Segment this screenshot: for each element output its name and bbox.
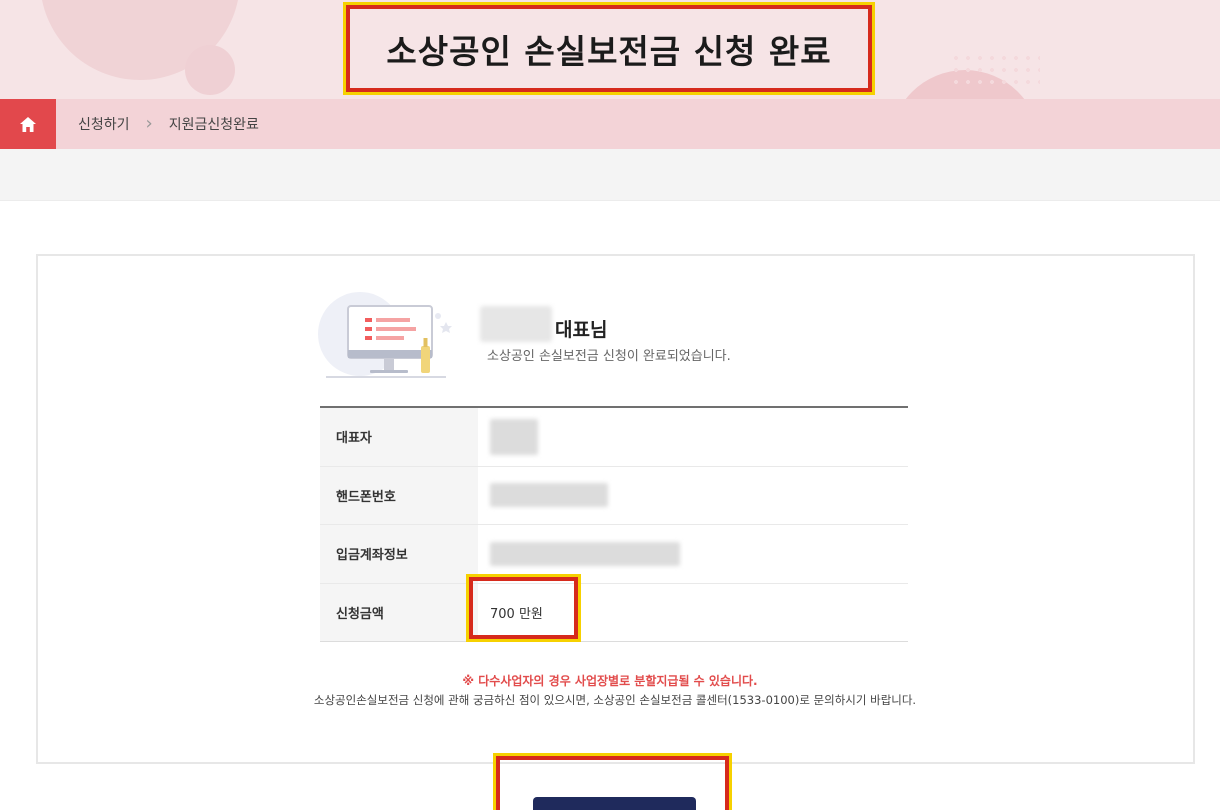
representative-title: 대표님 [555,319,608,341]
row-value-phone [478,467,908,525]
redacted-value [490,483,608,508]
table-row: 신청금액 700 만원 [320,583,908,642]
confirm-button[interactable] [533,797,696,810]
hero-decoration-circle [185,45,235,95]
row-label-amount: 신청금액 [320,583,478,641]
representative-name-redacted [480,306,552,342]
breadcrumb: 신청하기 › 지원금신청완료 [0,99,1220,149]
application-info-table: 대표자 핸드폰번호 입금계좌정보 신청금액 700 만원 [320,406,908,642]
breadcrumb-item-apply[interactable]: 신청하기 [78,114,130,134]
row-value-account [478,525,908,583]
redacted-value [490,541,680,566]
split-payment-notice: ※ 다수사업자의 경우 사업장별로 분할지급될 수 있습니다. [462,674,758,688]
amount-highlight-box [466,574,581,642]
row-label-phone: 핸드폰번호 [320,466,478,524]
monitor-illustration [318,292,452,378]
callcenter-notice: 소상공인손실보전금 신청에 관해 궁금하신 점이 있으시면, 소상공인 손실보전… [313,693,917,707]
hero-decoration-dots [950,52,1040,88]
row-value-representative [478,408,908,466]
home-button[interactable] [0,99,56,149]
title-highlight-box: 소상공인 손실보전금 신청 완료 [343,2,875,95]
breadcrumb-item-complete[interactable]: 지원금신청완료 [169,114,259,134]
home-icon [20,116,36,132]
page-title: 소상공인 손실보전금 신청 완료 [386,31,832,71]
redacted-value [490,418,538,455]
table-row: 입금계좌정보 [320,525,908,584]
row-label-representative: 대표자 [320,408,478,466]
breadcrumb-separator-icon: › [145,113,153,134]
completion-message: 소상공인 손실보전금 신청이 완료되었습니다. [487,349,731,364]
row-label-account: 입금계좌정보 [320,525,478,583]
table-row: 대표자 [320,408,908,467]
table-row: 핸드폰번호 [320,466,908,525]
